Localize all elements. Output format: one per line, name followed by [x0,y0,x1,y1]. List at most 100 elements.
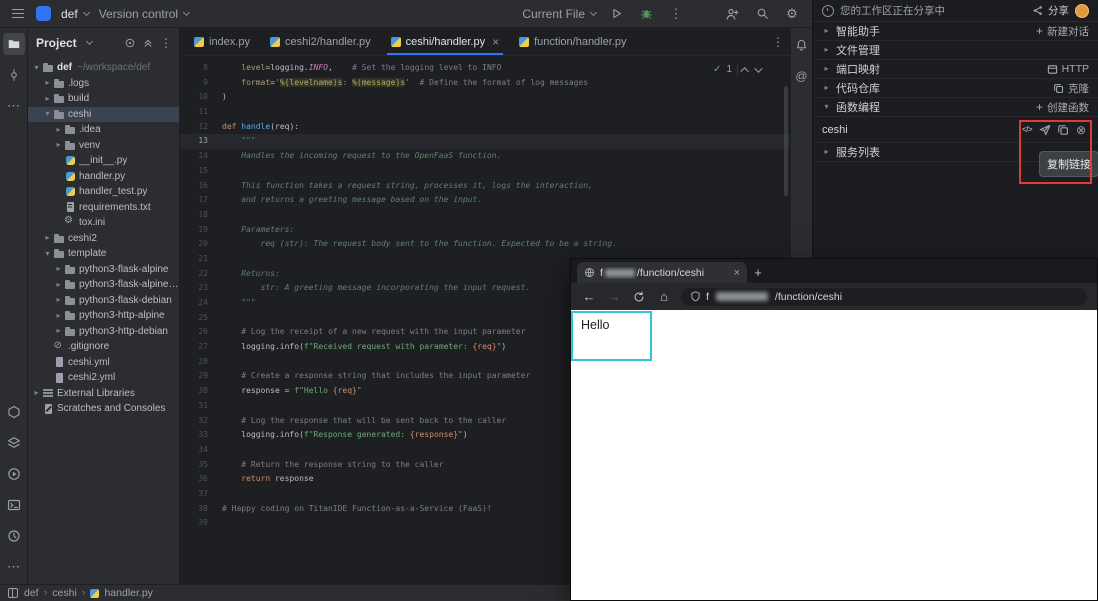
clone-button[interactable]: 克隆 [1053,81,1089,96]
section-file-manager[interactable]: ▸ 文件管理 [813,41,1098,60]
commit-tool-icon[interactable] [3,64,25,86]
tree-item-tox-ini[interactable]: tox.ini [28,215,179,231]
code-line-10[interactable]: 10) [180,90,790,105]
tree-item-requirements-txt[interactable]: requirements.txt [28,200,179,216]
tree-item-ceshi[interactable]: ▾ ceshi [28,106,179,122]
services-tool-icon[interactable] [3,401,25,423]
tree-item-python3-http-debian[interactable]: ▸ python3-http-debian [28,324,179,340]
tree-item-build[interactable]: ▸ build [28,91,179,107]
tree-item-idea[interactable]: ▸ .idea [28,122,179,138]
debug-icon[interactable] [636,4,656,24]
function-item-ceshi[interactable]: ceshi </> ⊗ [813,117,1098,143]
project-tool-icon[interactable] [2,33,25,55]
code-line-13[interactable]: 13 """ [180,134,790,150]
chevron-right-icon[interactable]: ▸ [822,46,831,54]
notifications-bell-icon[interactable] [793,36,811,54]
chevron-right-icon[interactable]: ▸ [822,65,831,73]
tree-item-gitignore[interactable]: .gitignore [28,339,179,355]
chevron-right-icon[interactable]: ▸ [54,296,63,304]
copy-link-icon[interactable] [1055,122,1071,138]
chevron-right-icon[interactable]: ▸ [43,79,52,87]
code-line-20[interactable]: 20 req (str): The request body sent to t… [180,237,790,252]
code-line-17[interactable]: 17 and returns a greeting message based … [180,193,790,208]
breadcrumb-item-def[interactable]: def [24,587,39,599]
section-code-repo[interactable]: ▸ 代码仓库 克隆 [813,79,1098,98]
section-port-mapping[interactable]: ▸ 端口映射 HTTP [813,60,1098,79]
code-line-9[interactable]: 9 format='%(levelname)s: %(message)s' # … [180,76,790,91]
ai-assistant-icon[interactable]: @ [793,67,811,85]
search-icon[interactable] [752,4,772,24]
tree-item-ceshi2[interactable]: ▸ ceshi2 [28,231,179,247]
chevron-down-icon[interactable]: ▾ [43,249,52,258]
editor-tab-index-py[interactable]: index.py [184,28,260,55]
editor-tab-function-handler-py[interactable]: function/handler.py [509,28,636,55]
browser-tab[interactable]: f/function/ceshi × [577,262,747,283]
chevron-down-icon[interactable]: ▾ [32,63,41,72]
code-preview-icon[interactable]: </> [1019,122,1035,138]
chevron-right-icon[interactable]: ▸ [43,94,52,103]
locate-file-icon[interactable] [121,34,139,52]
share-button[interactable]: 分享 [1032,3,1069,18]
delete-icon[interactable]: ⊗ [1073,122,1089,138]
chevron-right-icon[interactable]: ▸ [54,327,63,335]
tree-item-scratches-and-consoles[interactable]: Scratches and Consoles [28,401,179,417]
terminal-tool-icon[interactable] [3,494,25,516]
tree-item-ceshi2-yml[interactable]: ceshi2.yml [28,370,179,386]
more-tool-windows-icon[interactable]: ⋯ [3,95,25,117]
tree-item-init-py[interactable]: __init__.py [28,153,179,169]
settings-icon[interactable]: ⚙ [782,4,802,24]
history-tool-icon[interactable] [3,525,25,547]
tree-item-python3-flask-debian[interactable]: ▸ python3-flask-debian [28,293,179,309]
home-icon[interactable]: ⌂ [656,289,672,304]
chevron-right-icon[interactable]: ▸ [54,311,63,320]
tree-item-python3-http-alpine[interactable]: ▸ python3-http-alpine [28,308,179,324]
tree-item-venv[interactable]: ▸ venv [28,138,179,154]
panel-options-icon[interactable]: ⋮ [157,34,175,52]
main-menu-icon[interactable] [10,6,26,22]
run-tool-icon[interactable] [3,463,25,485]
prev-problem-icon[interactable] [740,66,749,76]
code-line-19[interactable]: 19 Parameters: [180,223,790,238]
editor-scrollbar[interactable] [784,86,788,196]
tree-item-python3-flask-alpine[interactable]: ▸ python3-flask-alpine [28,262,179,278]
refresh-icon[interactable] [631,291,647,303]
run-config-selector[interactable]: Current File [522,7,598,21]
code-with-me-icon[interactable] [722,4,742,24]
create-function-button[interactable]: + 创建函数 [1036,100,1089,115]
tree-item-external-libraries[interactable]: ▸ External Libraries [28,386,179,402]
forward-icon[interactable]: → [606,289,622,304]
tree-item-python3-flask-alpine-my[interactable]: ▸ python3-flask-alpine-my [28,277,179,293]
tree-item-logs[interactable]: ▸ .logs [28,76,179,92]
code-line-16[interactable]: 16 This function takes a request string,… [180,179,790,194]
tree-item-handler-test-py[interactable]: handler_test.py [28,184,179,200]
chevron-right-icon[interactable]: ▸ [54,265,63,273]
project-switcher[interactable]: def [61,7,90,21]
code-line-15[interactable]: 15 [180,164,790,179]
chevron-right-icon[interactable]: ▸ [43,234,52,242]
code-line-12[interactable]: 12 def handle(req): [180,120,790,135]
chevron-down-icon[interactable]: ▾ [43,110,52,118]
chevron-right-icon[interactable]: ▸ [54,141,63,149]
more-actions-icon[interactable]: ⋮ [666,4,686,24]
run-button[interactable] [606,4,626,24]
code-line-8[interactable]: 8 level=logging.INFO, # Set the logging … [180,61,790,76]
chevron-down-icon[interactable]: ▾ [822,103,831,111]
section-function-programming[interactable]: ▾ 函数编程 + 创建函数 [813,98,1098,117]
chevron-right-icon[interactable]: ▸ [54,125,63,134]
tree-item-ceshi-yml[interactable]: ceshi.yml [28,355,179,371]
chevron-right-icon[interactable]: ▸ [822,148,831,156]
chevron-right-icon[interactable]: ▸ [54,280,63,289]
new-chat-button[interactable]: + 新建对话 [1036,24,1089,39]
more-tools-icon[interactable]: ⋯ [3,556,25,578]
code-line-18[interactable]: 18 [180,208,790,223]
editor-tab-ceshi-handler-py[interactable]: ceshi/handler.py × [381,28,510,55]
chevron-right-icon[interactable]: ▸ [822,84,831,92]
project-panel-title[interactable]: Project [36,36,77,50]
invoke-icon[interactable] [1037,122,1053,138]
tree-item-def[interactable]: ▾ def ~/workspace/def [28,60,179,76]
code-line-11[interactable]: 11 [180,105,790,120]
back-icon[interactable]: ← [581,289,597,304]
breadcrumb-item-handler-py[interactable]: handler.py [104,587,152,599]
collapse-all-icon[interactable] [139,34,157,52]
chevron-right-icon[interactable]: ▸ [32,389,41,397]
